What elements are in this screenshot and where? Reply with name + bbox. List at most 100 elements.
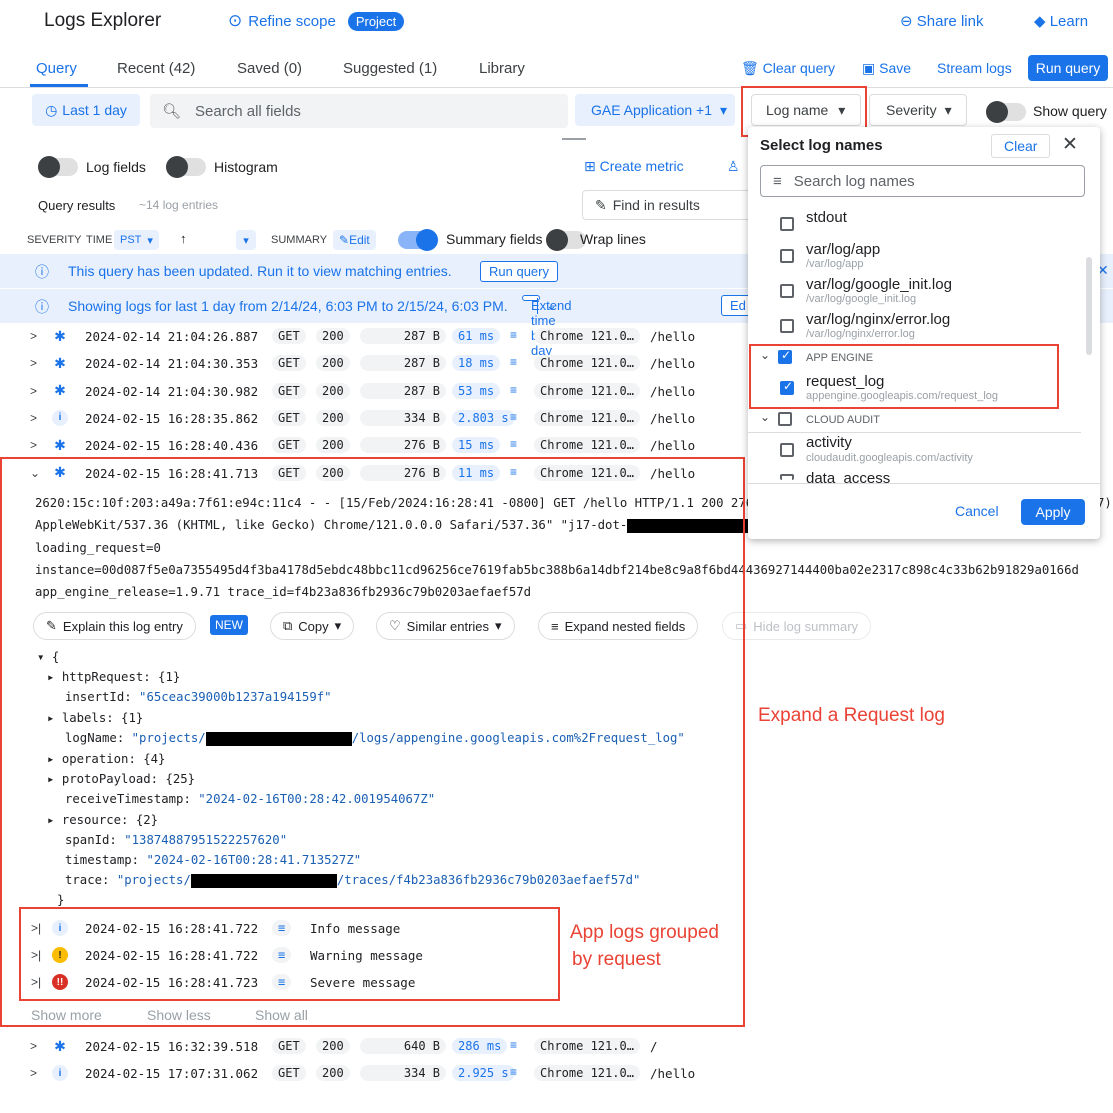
alert-icon[interactable]: ♙ (727, 158, 740, 175)
http-status: 200 (316, 437, 350, 454)
http-method: GET (272, 355, 306, 372)
severity-column-header[interactable]: SEVERITY (27, 234, 81, 246)
info-icon: ⓘ (35, 299, 49, 315)
log-names-dropdown: Select log names Clear ✕ ≡ Search log nam… (748, 127, 1100, 539)
sort-arrow-icon[interactable]: ↑ (180, 231, 187, 246)
banner-run-query-button[interactable]: Run query (480, 261, 558, 282)
http-status: 200 (316, 1065, 350, 1082)
log-timestamp: 2024-02-15 16:28:35.862 (85, 410, 259, 426)
request-log-name[interactable]: request_log (806, 373, 884, 390)
timezone-select[interactable]: PST ▾ (114, 230, 159, 250)
log-name-checkbox[interactable] (780, 217, 794, 231)
table-row[interactable]: > i 2024-02-15 17:07:31.062 GET 200 334 B 2.92… (0, 1060, 745, 1087)
log-name-checkbox[interactable] (780, 249, 794, 263)
tab-suggested[interactable]: Suggested (1) (343, 60, 437, 77)
http-method: GET (272, 409, 306, 426)
column-menu-icon[interactable]: ▾ (236, 230, 256, 250)
table-row[interactable]: > ✱ 2024-02-14 21:04:30.982 GET 200 287 B 53 m… (0, 378, 745, 405)
tab-recent[interactable]: Recent (42) (117, 60, 195, 77)
table-row[interactable]: > ✱ 2024-02-14 21:04:26.887 GET 200 287 B 61 m… (0, 323, 745, 350)
app-engine-group-checkbox[interactable] (778, 348, 792, 364)
log-name-checkbox[interactable] (780, 319, 794, 333)
tab-query[interactable]: Query (36, 60, 77, 77)
log-name-checkbox[interactable] (780, 284, 794, 298)
chevron-down-icon[interactable]: ⌄ (760, 348, 770, 362)
time-range-button[interactable]: ◷ Last 1 day (32, 94, 140, 126)
dropdown-clear-button[interactable]: Clear (991, 134, 1051, 158)
log-names-search-input[interactable]: ≡ Search log names (760, 165, 1085, 197)
time-column-header[interactable]: TIME (86, 234, 112, 246)
dropdown-cancel-button[interactable]: Cancel (955, 503, 999, 519)
chevron-right-icon[interactable]: > (30, 438, 37, 452)
clear-query-button[interactable]: 🗑 Clear query (741, 60, 835, 77)
cloud-audit-group-label: CLOUD AUDIT (806, 414, 880, 426)
dropdown-apply-button[interactable]: Apply (1021, 499, 1085, 525)
annotation-grouped-2: by request (572, 949, 661, 970)
extend-time-button[interactable]: Extend time by: 1 day ⌄ (522, 295, 571, 358)
summary-column-header: SUMMARY (271, 234, 328, 246)
find-in-results-input[interactable]: ✎ Find in results (582, 190, 752, 220)
table-row[interactable]: > ✱ 2024-02-15 16:32:39.518 GET 200 640 B 286 … (0, 1033, 745, 1060)
search-placeholder: Search all fields (195, 102, 301, 120)
share-link-button[interactable]: ⊖ Share link (900, 12, 983, 30)
table-row[interactable]: > ✱ 2024-02-15 16:28:40.436 GET 200 276 B 15 m… (0, 432, 745, 459)
info-severity-icon: i (52, 409, 68, 426)
default-severity-icon: ✱ (54, 436, 66, 453)
request-path: /hello (650, 1066, 696, 1082)
http-status: 200 (316, 409, 350, 426)
http-method: GET (272, 437, 306, 454)
dropdown-scrollbar[interactable] (1086, 257, 1092, 355)
http-status: 200 (316, 328, 350, 344)
chevron-down-icon: ⌄ (537, 298, 557, 314)
learn-button[interactable]: ◆ Learn (1034, 12, 1088, 30)
log-name-option[interactable]: stdout (806, 209, 847, 226)
request-log-checkbox[interactable] (780, 379, 794, 395)
edit-summary-button[interactable]: ✎ Edit (333, 230, 376, 250)
save-button[interactable]: ▣ Save (862, 60, 911, 77)
chevron-right-icon[interactable]: > (30, 384, 37, 398)
response-size: 334 B (360, 409, 446, 426)
user-agent: Chrome 121.0… (534, 1065, 640, 1082)
resize-handle[interactable] (562, 138, 586, 140)
tab-saved[interactable]: Saved (0) (237, 60, 302, 77)
chevron-right-icon[interactable]: > (30, 329, 37, 343)
resource-filter[interactable]: GAE Application +1 ▾ (575, 94, 735, 126)
table-row[interactable]: > ✱ 2024-02-14 21:04:30.353 GET 200 287 B 18 m… (0, 350, 745, 377)
chevron-right-icon[interactable]: > (30, 1066, 37, 1080)
log-name-option[interactable]: var/log/app (806, 241, 880, 258)
default-severity-icon: ✱ (54, 327, 66, 344)
summary-fields-toggle[interactable] (398, 229, 438, 251)
run-query-button[interactable]: Run query (1028, 55, 1108, 81)
log-name-option[interactable]: var/log/nginx/error.log (806, 311, 950, 328)
chevron-right-icon[interactable]: > (30, 356, 37, 370)
user-agent: Chrome 121.0… (534, 382, 640, 399)
table-row[interactable]: > i 2024-02-15 16:28:35.862 GET 200 334 B 2.80… (0, 405, 745, 432)
close-icon[interactable]: ✕ (1062, 133, 1078, 156)
cloud-audit-group-checkbox[interactable] (778, 412, 792, 426)
chevron-down-icon[interactable]: ⌄ (760, 410, 770, 424)
activity-name[interactable]: activity (806, 434, 852, 451)
data-access-checkbox[interactable] (780, 474, 794, 480)
histogram-toggle[interactable] (166, 156, 206, 178)
show-query-toggle[interactable] (986, 101, 1026, 123)
hide-label: Hide log summary (753, 618, 859, 634)
chevron-right-icon[interactable]: > (30, 1039, 37, 1053)
log-fields-label: Log fields (86, 159, 146, 175)
info-severity-icon: i (52, 1065, 68, 1082)
activity-checkbox[interactable] (780, 443, 794, 457)
log-name-option[interactable]: var/log/google_init.log (806, 276, 952, 293)
search-all-fields-input[interactable]: 🔍︎ Search all fields (150, 94, 568, 128)
log-timestamp: 2024-02-15 16:32:39.518 (85, 1039, 259, 1054)
tab-library[interactable]: Library (479, 60, 525, 77)
create-metric-button[interactable]: ⊞ Create metric (584, 158, 684, 175)
project-pill[interactable]: Project (347, 11, 405, 31)
chevron-right-icon[interactable]: > (30, 411, 37, 425)
timezone-label: PST (120, 234, 142, 246)
refine-scope-button[interactable]: ⊙ Refine scope Project (228, 11, 405, 31)
stream-logs-button[interactable]: Stream logs (937, 60, 1012, 76)
user-agent: Chrome 121.0… (534, 355, 640, 372)
request-path: /hello (650, 410, 696, 426)
severity-filter[interactable]: Severity ▾ (869, 94, 967, 126)
log-fields-toggle[interactable] (38, 156, 78, 178)
data-access-name[interactable]: data_access (806, 470, 890, 484)
